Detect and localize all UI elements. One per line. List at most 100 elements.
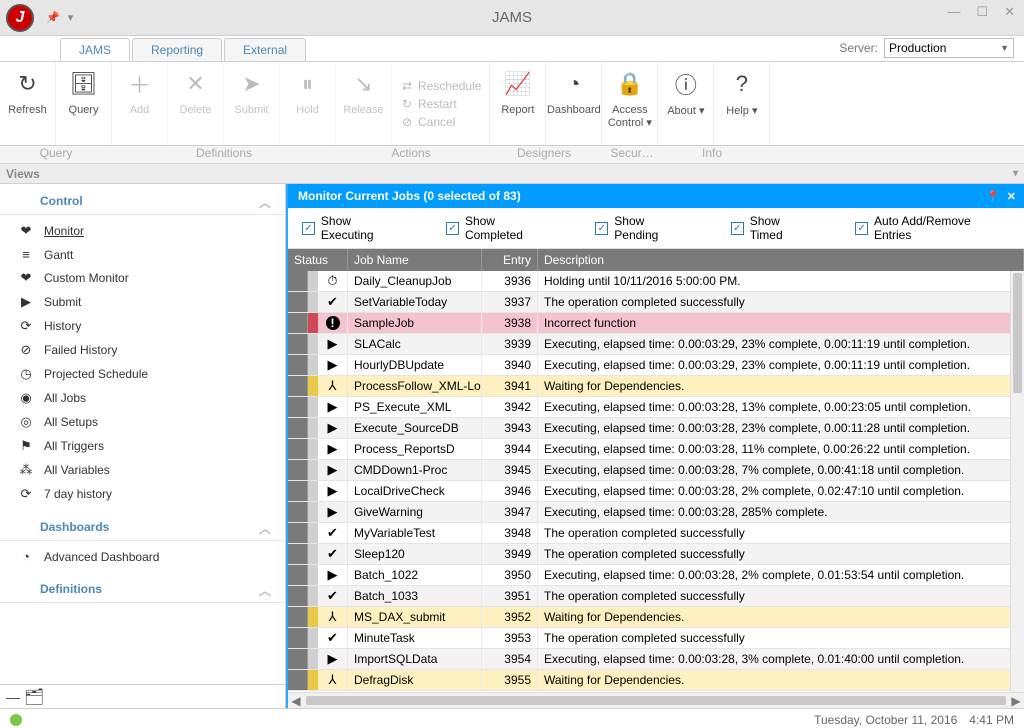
grid-row[interactable]: ✔ MinuteTask 3953 The operation complete… [288, 628, 1024, 649]
nav-history[interactable]: ⟳History [0, 314, 285, 338]
restart-icon: ↻ [400, 97, 414, 111]
nav-custom-monitor[interactable]: ❤ Custom Monitor [0, 266, 285, 290]
scrollbar-thumb[interactable] [1013, 273, 1022, 393]
nav-icon: ▶ [18, 294, 34, 310]
status-bar-icon [308, 271, 318, 291]
maximize-button[interactable]: ☐ [971, 2, 993, 22]
filter-show-executing[interactable]: ✓Show Executing [302, 214, 406, 242]
col-description-header[interactable]: Description [538, 249, 1024, 271]
grid-body[interactable]: ⏱ Daily_CleanupJob 3936 Holding until 10… [288, 271, 1024, 692]
cell-entry: 3943 [482, 418, 538, 438]
close-button[interactable]: ✕ [999, 2, 1020, 22]
nav-advanced-dashboard[interactable]: ◔Advanced Dashboard [0, 545, 285, 568]
cell-entry: 3940 [482, 355, 538, 375]
grid-row[interactable]: ▶ ImportSQLData 3954 Executing, elapsed … [288, 649, 1024, 670]
query-icon: 🗄 [68, 68, 100, 100]
grid-row[interactable]: ▶ Batch_1022 3950 Executing, elapsed tim… [288, 565, 1024, 586]
cell-description: The operation completed successfully [538, 586, 1024, 606]
filter-show-timed[interactable]: ✓Show Timed [731, 214, 815, 242]
grid-row[interactable]: ▶ SLACalc 3939 Executing, elapsed time: … [288, 334, 1024, 355]
nav-submit[interactable]: ▶Submit [0, 290, 285, 314]
minimize-button[interactable]: — [942, 2, 965, 22]
nav-list: ❤Monitor≡Gantt ❤ Custom Monitor ▶Submit⟳His… [0, 215, 285, 510]
filter-auto-add-remove-entries[interactable]: ✓Auto Add/Remove Entries [855, 214, 1010, 242]
check-icon: ✔ [318, 292, 348, 312]
status-bar-icon [308, 313, 318, 333]
cell-jobname: MinuteTask [348, 628, 482, 648]
row-indicator [288, 628, 308, 648]
scrollbar-thumb-h[interactable] [306, 696, 1006, 705]
grid-row[interactable]: ✔ Sleep120 3949 The operation completed … [288, 544, 1024, 565]
refresh-button[interactable]: ↻Refresh [0, 62, 56, 145]
nav-projected-schedule[interactable]: ◷Projected Schedule [0, 362, 285, 386]
views-panel-header[interactable]: Views ▾ [0, 164, 1024, 184]
branch-icon: ⅄ [318, 607, 348, 627]
nav-failed-history[interactable]: ⊘Failed History [0, 338, 285, 362]
nav-all-setups[interactable]: ◎All Setups [0, 410, 285, 434]
filter-show-completed[interactable]: ✓Show Completed [446, 214, 555, 242]
scroll-left-icon[interactable]: ◀ [288, 693, 304, 709]
cell-entry: 3954 [482, 649, 538, 669]
grid-row[interactable]: ! SampleJob 3938 Incorrect function [288, 313, 1024, 334]
section-definitions[interactable]: Definitions︿ [0, 572, 285, 603]
nav-icon: ❤ [18, 270, 34, 286]
nav-all-triggers[interactable]: ⚑All Triggers [0, 434, 285, 458]
folder-icon[interactable]: 🗂 [24, 687, 44, 707]
nav-all-jobs[interactable]: ◉All Jobs [0, 386, 285, 410]
grid-row[interactable]: ▶ HourlyDBUpdate 3940 Executing, elapsed… [288, 355, 1024, 376]
nav-monitor[interactable]: ❤Monitor [0, 219, 285, 243]
grid-row[interactable]: ✔ SetVariableToday 3937 The operation co… [288, 292, 1024, 313]
query-button[interactable]: 🗄Query [56, 62, 112, 145]
cell-description: Executing, elapsed time: 0.00:03:29, 23%… [538, 355, 1024, 375]
access-button[interactable]: 🔒AccessControl ▾ [602, 62, 658, 145]
help-button[interactable]: ?Help ▾ [714, 62, 770, 145]
report-icon: 📈 [502, 68, 534, 100]
grid-row[interactable]: ✔ MyVariableTest 3948 The operation comp… [288, 523, 1024, 544]
grid-row[interactable]: ⅄ MS_DAX_submit 3952 Waiting for Depende… [288, 607, 1024, 628]
qat-dropdown-icon[interactable]: ▾ [68, 11, 74, 24]
grid-row[interactable]: ⅄ ProcessFollow_XML-Load 3941 Waiting fo… [288, 376, 1024, 397]
nav-7-day-history[interactable]: ⟳7 day history [0, 482, 285, 506]
nav-all-variables[interactable]: ⁂All Variables [0, 458, 285, 482]
grid-row[interactable]: ⏱ Daily_CleanupJob 3936 Holding until 10… [288, 271, 1024, 292]
nav-gantt[interactable]: ≡Gantt [0, 243, 285, 266]
grid-row[interactable]: ▶ PS_Execute_XML 3942 Executing, elapsed… [288, 397, 1024, 418]
section-dashboards[interactable]: Dashboards︿ [0, 510, 285, 541]
qat-pin-icon[interactable]: 📌 [46, 11, 60, 24]
filter-label: Show Completed [465, 214, 555, 242]
cell-jobname: Sleep120 [348, 544, 482, 564]
grid-row[interactable]: ▶ LocalDriveCheck 3946 Executing, elapse… [288, 481, 1024, 502]
status-time: 4:41 PM [969, 713, 1014, 727]
collapse-icon[interactable]: — [6, 689, 20, 705]
grid-row[interactable]: ▶ CMDDown1-Proc 3945 Executing, elapsed … [288, 460, 1024, 481]
grid-row[interactable]: ▶ Process_ReportsD 3944 Executing, elaps… [288, 439, 1024, 460]
col-jobname-header[interactable]: Job Name [348, 249, 482, 271]
grid-row[interactable]: ⅄ DefragDisk 3955 Waiting for Dependenci… [288, 670, 1024, 691]
section-control[interactable]: Control︿ [0, 184, 285, 215]
server-dropdown[interactable]: Production ▼ [884, 38, 1014, 58]
report-button[interactable]: 📈Report [490, 62, 546, 145]
col-status-header[interactable]: Status [288, 249, 348, 271]
filter-show-pending[interactable]: ✓Show Pending [595, 214, 690, 242]
dashboard-button[interactable]: ◔Dashboard [546, 62, 602, 145]
horizontal-scrollbar[interactable]: ◀ ▶ [288, 692, 1024, 708]
grid-row[interactable]: ▶ GiveWarning 3947 Executing, elapsed ti… [288, 502, 1024, 523]
views-label: Views [6, 167, 40, 181]
nav-icon: ⟳ [18, 318, 34, 334]
nav-icon: ⚑ [18, 438, 34, 454]
pin-icon[interactable]: 📍 [986, 190, 1000, 203]
vertical-scrollbar[interactable] [1010, 271, 1024, 692]
tab-external[interactable]: External [224, 38, 306, 61]
tab-jams[interactable]: JAMS [60, 38, 130, 61]
nav-label: Custom Monitor [44, 271, 129, 285]
col-entry-header[interactable]: Entry [482, 249, 538, 271]
grid-row[interactable]: ✔ Batch_1033 3951 The operation complete… [288, 586, 1024, 607]
tab-reporting[interactable]: Reporting [132, 38, 222, 61]
grid-row[interactable]: ▶ Execute_SourceDB 3943 Executing, elaps… [288, 418, 1024, 439]
close-panel-icon[interactable]: ✕ [1007, 190, 1016, 203]
about-button[interactable]: ⓘAbout ▾ [658, 62, 714, 145]
statusbar: Tuesday, October 11, 2016 4:41 PM [0, 708, 1024, 728]
filter-row: ✓Show Executing ✓Show Completed ✓Show Pend… [288, 208, 1024, 249]
scroll-right-icon[interactable]: ▶ [1008, 693, 1024, 709]
ribbon-group-labels: QueryDefinitionsActionsDesignersSecur…In… [0, 146, 1024, 164]
